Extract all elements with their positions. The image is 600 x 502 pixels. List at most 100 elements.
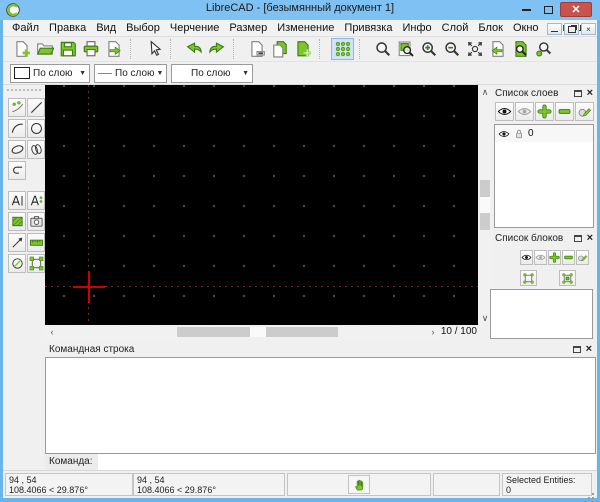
minimize-button[interactable]: [518, 2, 534, 17]
undo-button[interactable]: [182, 38, 205, 60]
ellipse-button[interactable]: [8, 140, 26, 159]
toolbar-separator: [359, 39, 368, 59]
maximize-button[interactable]: [540, 2, 556, 17]
menu-view[interactable]: Вид: [91, 21, 121, 35]
hand-pointer-button[interactable]: [348, 475, 370, 494]
menu-bar: Файл Правка Вид Выбор Черчение Размер Изменени…: [3, 20, 597, 37]
line-button[interactable]: [27, 98, 45, 117]
curve-button[interactable]: [27, 140, 45, 159]
zoom-page-button[interactable]: [509, 38, 532, 60]
open-file-button[interactable]: [33, 38, 56, 60]
edit-block-button[interactable]: [576, 250, 589, 265]
menu-edit[interactable]: Правка: [44, 21, 91, 35]
insert-block-button[interactable]: [559, 270, 576, 286]
horizontal-scrollbar-thumb[interactable]: [177, 327, 338, 337]
hide-all-blocks-button[interactable]: [534, 250, 547, 265]
menu-modify[interactable]: Изменение: [272, 21, 339, 35]
menu-snap[interactable]: Привязка: [339, 21, 397, 35]
edit-layer-button[interactable]: [575, 102, 594, 121]
grid-button[interactable]: [331, 38, 354, 60]
zoom-out-button[interactable]: [440, 38, 463, 60]
layer-row: 0: [495, 125, 593, 142]
command-dock-titlebar[interactable]: Командная строка ×: [45, 341, 596, 357]
mdi-close-button[interactable]: ×: [581, 23, 596, 35]
zoom-button[interactable]: [371, 38, 394, 60]
remove-layer-button[interactable]: [555, 102, 574, 121]
zoom-window-button[interactable]: [394, 38, 417, 60]
image-button[interactable]: [27, 212, 45, 231]
polyline-button[interactable]: [8, 161, 26, 180]
float-dock-icon[interactable]: [573, 90, 582, 97]
zoom-in-button[interactable]: [417, 38, 440, 60]
menu-dimension[interactable]: Размер: [224, 21, 272, 35]
hand-icon: [352, 478, 366, 492]
close-dock-icon[interactable]: ×: [587, 233, 593, 244]
scroll-left-arrow-icon[interactable]: ‹: [45, 325, 59, 339]
command-input[interactable]: [97, 454, 596, 470]
close-dock-icon[interactable]: ×: [586, 343, 592, 355]
paste-button[interactable]: [291, 38, 314, 60]
save-file-button[interactable]: [56, 38, 79, 60]
redo-button[interactable]: [205, 38, 228, 60]
layer-lock-icon[interactable]: [513, 128, 525, 140]
print-preview-button[interactable]: [102, 38, 125, 60]
drawing-canvas[interactable]: [45, 85, 478, 325]
auto-zoom-button[interactable]: [463, 38, 486, 60]
float-dock-icon[interactable]: [573, 235, 582, 242]
layer-list-titlebar[interactable]: Список слоев ×: [492, 86, 596, 101]
hatch-button[interactable]: [8, 212, 26, 231]
menu-window[interactable]: Окно: [508, 21, 544, 35]
title-bar[interactable]: LibreCAD - [безымянный документ 1] ✕: [0, 0, 600, 20]
print-button[interactable]: [79, 38, 102, 60]
pen-width-select[interactable]: По слою ▼: [94, 63, 167, 83]
menu-layer[interactable]: Слой: [437, 21, 474, 35]
scroll-right-arrow-icon[interactable]: ›: [426, 325, 440, 339]
block-button[interactable]: [27, 254, 45, 273]
block-toolbar-row2: [520, 270, 576, 286]
menu-info[interactable]: Инфо: [397, 21, 436, 35]
chevron-down-icon: ▼: [156, 69, 164, 77]
show-all-blocks-button[interactable]: [520, 250, 533, 265]
layer-visibility-icon[interactable]: [498, 128, 510, 140]
new-file-button[interactable]: [10, 38, 33, 60]
pen-linetype-select[interactable]: По слою ▼: [171, 63, 253, 83]
menu-select[interactable]: Выбор: [121, 21, 165, 35]
cut-button[interactable]: [245, 38, 268, 60]
float-dock-icon[interactable]: [572, 345, 581, 353]
show-all-layers-button[interactable]: [495, 102, 514, 121]
close-button[interactable]: ✕: [560, 2, 592, 17]
points-button[interactable]: [8, 98, 26, 117]
dim-leader-button[interactable]: [8, 233, 26, 252]
menu-block[interactable]: Блок: [473, 21, 508, 35]
menu-file[interactable]: Файл: [7, 21, 44, 35]
measure-button[interactable]: [8, 254, 26, 273]
pan-button[interactable]: [532, 38, 555, 60]
mtext-button[interactable]: [27, 191, 45, 210]
mdi-minimize-button[interactable]: [547, 23, 562, 35]
selected-entities-label: Selected Entities:: [506, 475, 576, 485]
prev-view-button[interactable]: [486, 38, 509, 60]
text-button[interactable]: [8, 191, 26, 210]
add-block-button[interactable]: [548, 250, 561, 265]
pen-color-select[interactable]: По слою ▼: [10, 63, 90, 83]
dimension-button[interactable]: [27, 233, 45, 252]
command-history[interactable]: [45, 357, 596, 454]
resize-grip[interactable]: [592, 493, 594, 495]
create-block-button[interactable]: [520, 270, 537, 286]
arc-button[interactable]: [8, 119, 26, 138]
layer-list[interactable]: 0: [494, 124, 594, 228]
horizontal-scrollbar[interactable]: ‹ ›: [45, 325, 440, 339]
cursor-button[interactable]: [142, 38, 165, 60]
circle-button[interactable]: [27, 119, 45, 138]
close-dock-icon[interactable]: ×: [587, 88, 593, 99]
menu-draw[interactable]: Черчение: [165, 21, 225, 35]
add-layer-button[interactable]: [535, 102, 554, 121]
block-list-titlebar[interactable]: Список блоков ×: [492, 231, 596, 246]
vertical-scrollbar-thumb[interactable]: [480, 180, 490, 230]
copy-button[interactable]: [268, 38, 291, 60]
scroll-up-arrow-icon[interactable]: ∧: [478, 85, 492, 99]
hide-all-layers-button[interactable]: [515, 102, 534, 121]
remove-block-button[interactable]: [562, 250, 575, 265]
mdi-restore-button[interactable]: [564, 23, 579, 35]
block-list[interactable]: [490, 289, 593, 339]
